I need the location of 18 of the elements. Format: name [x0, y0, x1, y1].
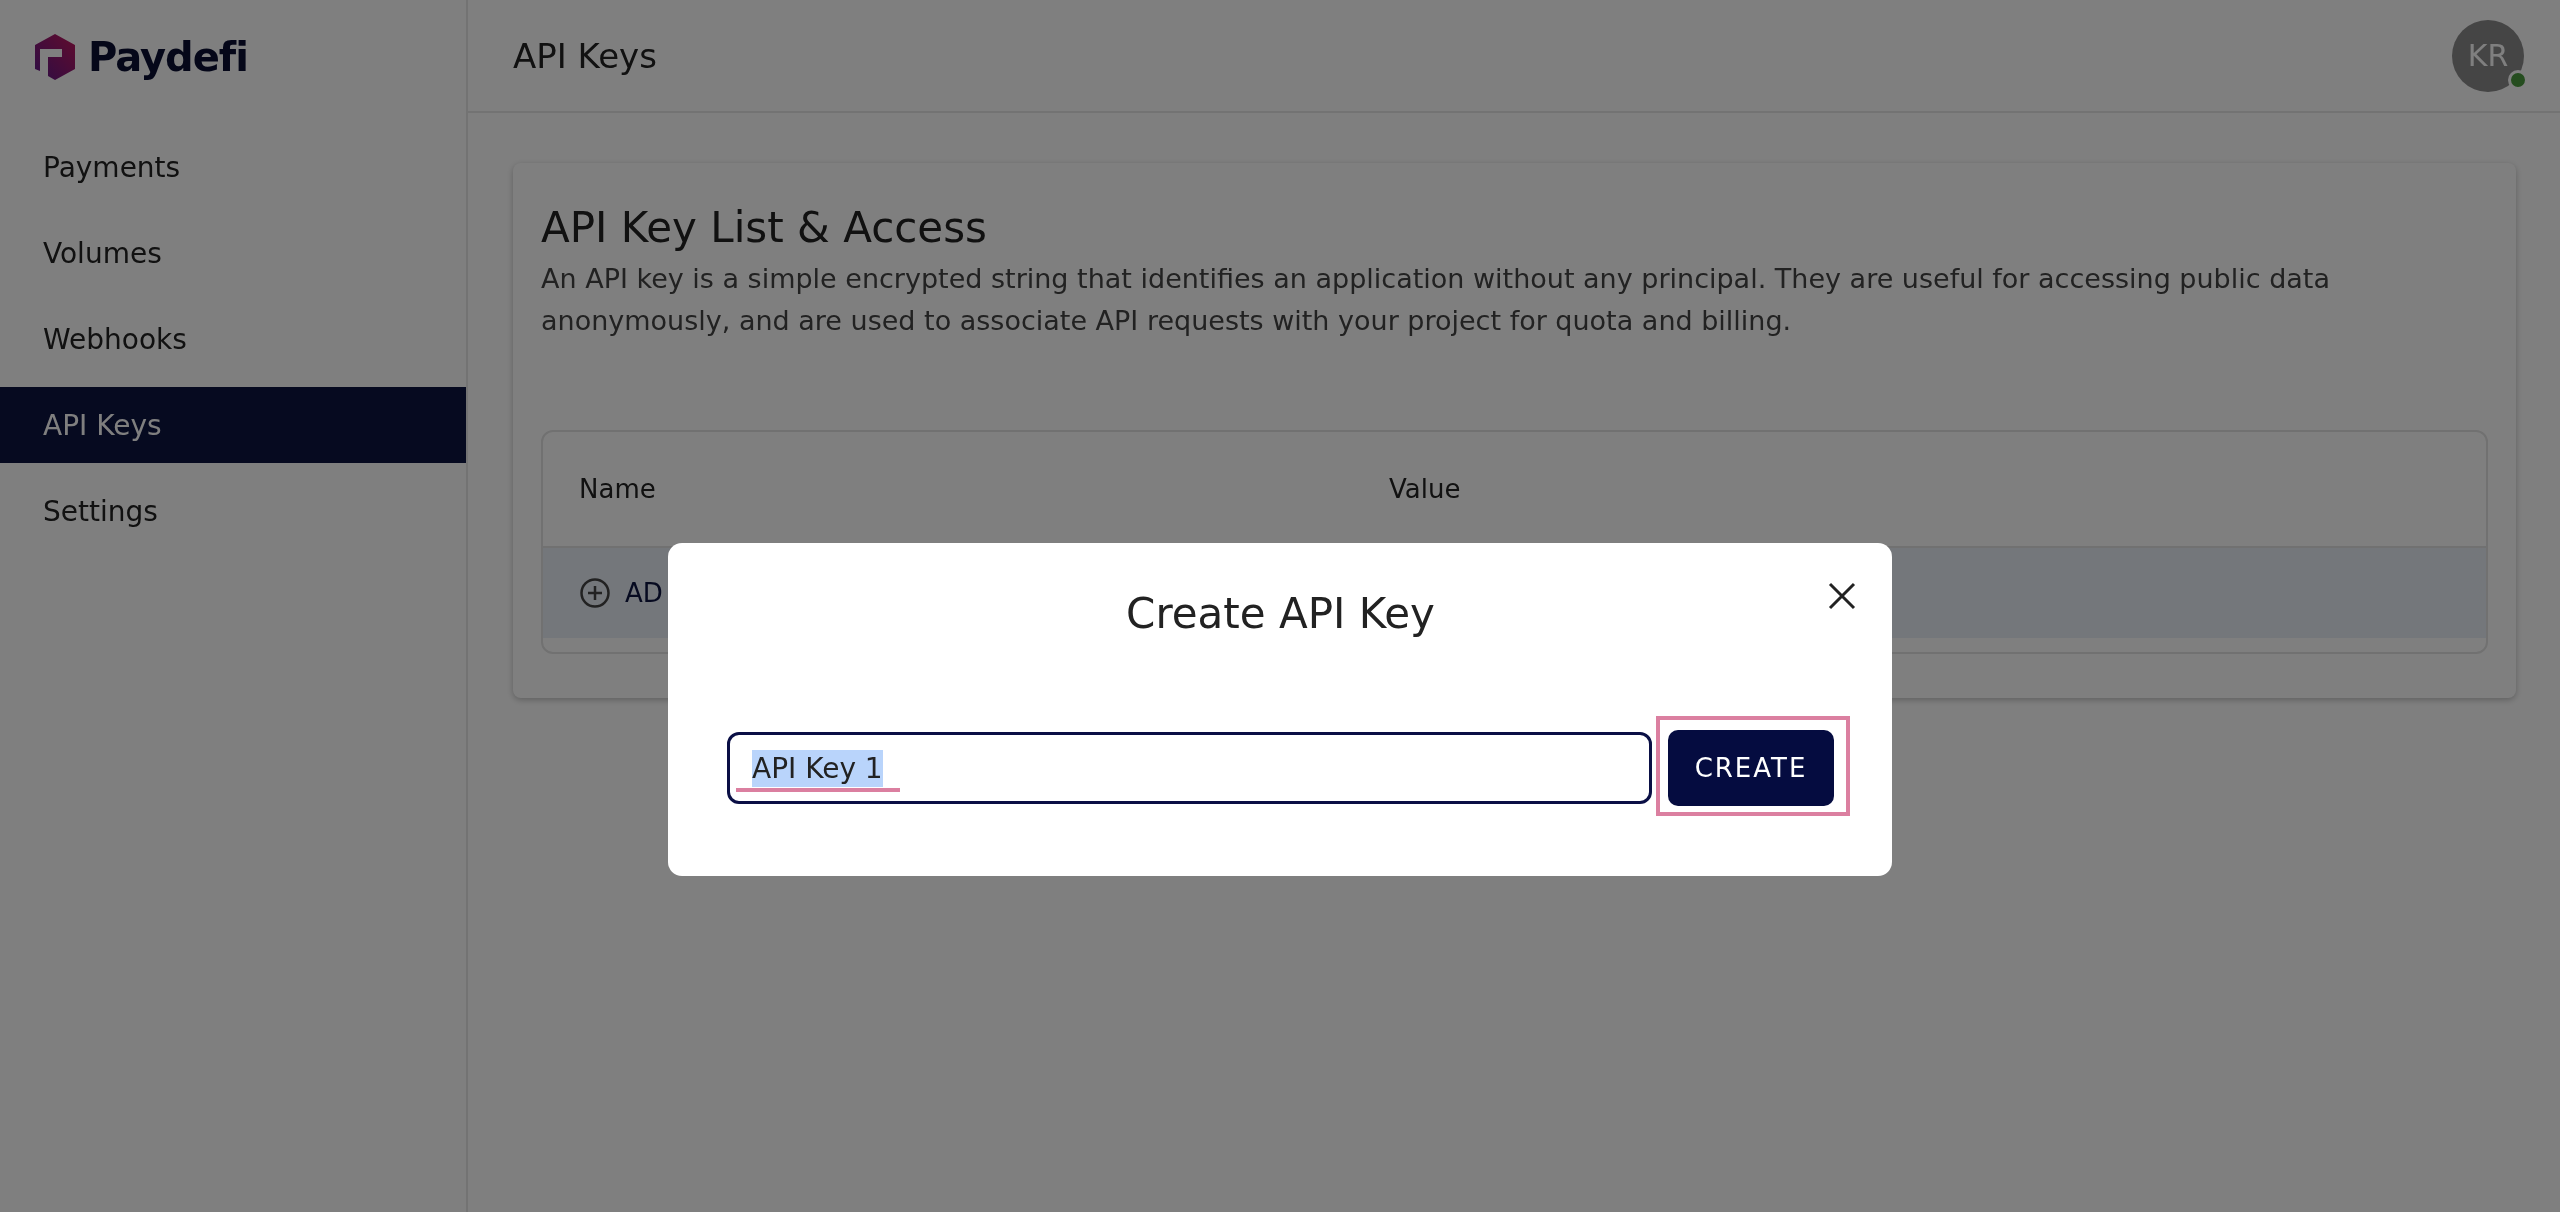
dialog-title: Create API Key [1125, 589, 1436, 638]
close-icon[interactable] [1827, 581, 1857, 611]
add-label: AD [625, 578, 663, 608]
column-header: Name [579, 474, 656, 504]
input-field[interactable]: API Key 1 [727, 732, 1652, 804]
page-title: API Keys [513, 35, 657, 76]
logo-text: Paydefi [88, 33, 248, 80]
plus-circle-icon [579, 577, 611, 609]
card-title: API Key List & Access [541, 203, 988, 252]
sidebar-item[interactable]: API Keys [0, 387, 466, 463]
sidebar-item[interactable]: Payments [0, 129, 466, 205]
sidebar-item[interactable]: Webhooks [0, 301, 466, 377]
create-button[interactable]: CREATE [1668, 730, 1834, 806]
card-description: An API key is a simple encrypted string that identifies an application without any principal. They are useful for accessing public data anonymously, and are used to associate API requests with your project for quota and billing. [541, 262, 2331, 338]
column-header: Value [1389, 474, 1461, 504]
field-text: API Key 1 [752, 749, 883, 787]
sidebar-item[interactable]: Volumes [0, 215, 466, 291]
sidebar-item[interactable]: Settings [0, 473, 466, 549]
